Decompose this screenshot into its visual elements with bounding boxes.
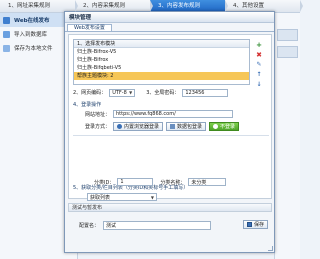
check-icon [213, 124, 219, 129]
nav-item-label: 导入到数据库 [14, 32, 48, 38]
category-name-label: 分类名称： [160, 179, 186, 186]
right-panel-bar [277, 29, 298, 41]
file-icon [3, 44, 10, 52]
packet-login-label: 数据包登录 [177, 124, 203, 130]
step-1-label: 1、网址采集规则 [8, 3, 50, 9]
move-down-icon[interactable]: ↓ [254, 81, 264, 89]
config-name-row: 配置名： [79, 221, 212, 230]
password-label: 3、全局密码： [146, 90, 180, 96]
list-item[interactable]: 归土族-Bifrox-V5 [74, 48, 249, 56]
right-panel-bar [277, 46, 298, 58]
nav-item-label: Web在线发布 [14, 18, 50, 24]
encoding-select[interactable]: UTF-8 ▼ [109, 88, 136, 97]
database-icon [3, 30, 10, 38]
add-icon[interactable]: + [254, 41, 264, 49]
site-url-input[interactable] [113, 110, 234, 118]
list-item[interactable]: 归土族-Bifrox [74, 56, 249, 64]
browser-icon [117, 124, 123, 129]
tab-web-publish-settings[interactable]: Web发布设置 [67, 24, 112, 31]
move-up-icon[interactable]: ↑ [254, 71, 264, 79]
step-2-label: 2、内容采集规则 [83, 3, 125, 9]
chevron-down-icon: ▼ [129, 90, 133, 95]
globe-icon [3, 16, 10, 24]
test-publish-label: 测试与暂发布 [72, 205, 103, 211]
category-id-input[interactable] [117, 178, 154, 186]
delete-icon[interactable]: ✖ [254, 51, 264, 59]
dialog-title-bar[interactable]: 模块管理 [65, 12, 274, 23]
module-list-header: 1、选择发布模块 [74, 40, 249, 48]
dialog-title: 模块管理 [69, 15, 92, 21]
dialog-tabs: Web发布设置 [65, 23, 274, 32]
global-password-input[interactable] [182, 88, 229, 97]
fetch-list-label: 获取列表 [90, 194, 111, 201]
encoding-row: 2、网页编码： UTF-8 ▼ 3、全局密码： [73, 88, 229, 97]
fetch-list-select[interactable]: 获取列表 ▼ [87, 193, 157, 201]
save-button[interactable]: 保存 [243, 220, 269, 229]
category-name-input[interactable] [188, 178, 227, 186]
module-tools: + ✖ ✎ ↑ ↓ [254, 41, 266, 89]
resize-grip[interactable] [268, 246, 273, 251]
no-login-button[interactable]: 不登录 [209, 122, 240, 131]
packet-icon [170, 124, 176, 129]
list-item-selected[interactable]: 帮族主题模块: 2 [74, 72, 249, 80]
packet-login-button[interactable]: 数据包登录 [166, 122, 207, 131]
config-name-label: 配置名： [79, 223, 100, 229]
category-id-label: 分类ID： [94, 179, 115, 186]
test-publish-header[interactable]: 测试与暂发布 [68, 203, 272, 212]
list-item[interactable]: 归土族-Bifqbeti-V5 [74, 64, 249, 72]
encoding-label: 2、网页编码： [73, 90, 107, 96]
edit-icon[interactable]: ✎ [254, 61, 264, 69]
nav-item-label: 保存为本地文件 [14, 46, 53, 52]
browser-login-label: 内置浏览器登录 [124, 124, 160, 130]
right-panel [274, 13, 300, 259]
config-name-input[interactable] [103, 221, 212, 230]
module-manager-dialog: 模块管理 Web发布设置 1、选择发布模块 归土族-Bifrox-V5 归土族-… [64, 11, 275, 253]
category-id-row: 分类ID： 分类名称： [94, 178, 227, 186]
chevron-down-icon: ▼ [150, 194, 154, 200]
step-4-label: 4、其他设置 [233, 3, 264, 9]
no-login-label: 不登录 [220, 124, 236, 130]
login-method-row: 登录方式： 内置浏览器登录 数据包登录 不登录 [85, 122, 240, 131]
login-method-label: 登录方式： [85, 124, 111, 130]
encoding-value: UTF-8 [112, 89, 127, 96]
save-icon [247, 222, 252, 227]
fetch-list-row: 获取列表 ▼ [87, 193, 157, 201]
url-row: 网站地址： [85, 110, 234, 118]
browser-login-button[interactable]: 内置浏览器登录 [113, 122, 164, 131]
step-3-label: 3、内容发布规则 [158, 3, 200, 9]
divider [73, 135, 269, 136]
save-label: 保存 [254, 222, 265, 228]
module-list: 1、选择发布模块 归土族-Bifrox-V5 归土族-Bifrox 归土族-Bi… [73, 39, 250, 85]
url-label: 网站地址： [85, 111, 111, 118]
settings-panel: 1、选择发布模块 归土族-Bifrox-V5 归土族-Bifrox 归土族-Bi… [68, 34, 272, 201]
login-section-label: 4、登录操作 [73, 102, 102, 108]
